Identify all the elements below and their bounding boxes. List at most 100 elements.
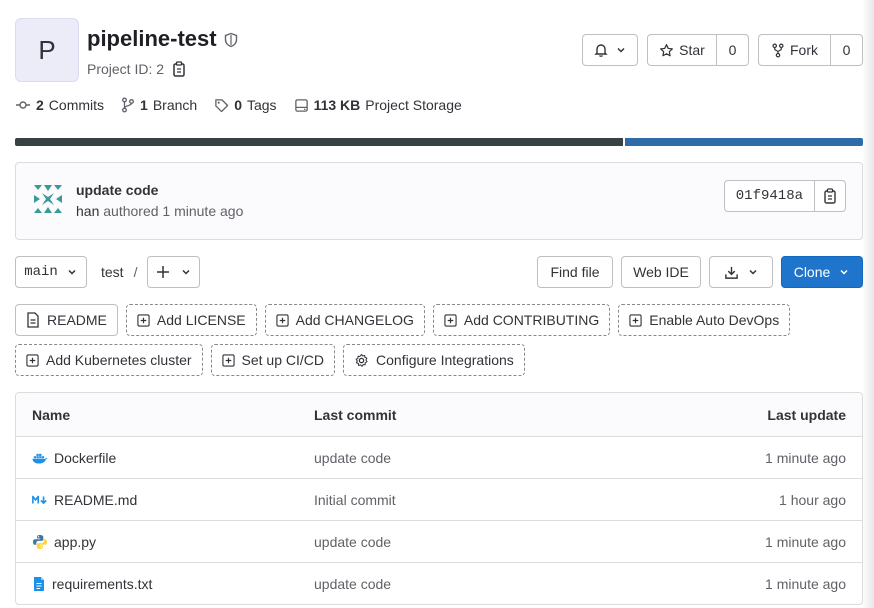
download-dropdown[interactable] — [709, 256, 773, 288]
set-up-ci-cd-label: Set up CI/CD — [241, 352, 325, 368]
chevron-down-icon — [840, 269, 848, 275]
add-contributing-button[interactable]: Add CONTRIBUTING — [432, 304, 611, 336]
table-row[interactable]: app.py update code 1 minute ago — [16, 520, 862, 562]
storage-stat[interactable]: 113 KB Project Storage — [294, 97, 462, 113]
storage-size: 113 KB — [313, 97, 361, 113]
commit-sha-group: 01f9418a — [723, 180, 846, 212]
add-changelog-label: Add CHANGELOG — [295, 312, 414, 328]
fork-count[interactable]: 0 — [831, 34, 863, 66]
add-changelog-button[interactable]: Add CHANGELOG — [264, 304, 425, 336]
readme-label: README — [47, 312, 107, 328]
file-name[interactable]: app.py — [54, 534, 96, 550]
language-segment-2[interactable] — [625, 138, 863, 146]
file-last-commit[interactable]: update code — [314, 534, 614, 550]
last-commit-box: update code han authored 1 minute ago 01… — [15, 162, 863, 240]
table-row[interactable]: requirements.txt update code 1 minute ag… — [16, 562, 862, 604]
file-last-update: 1 hour ago — [779, 491, 846, 508]
commit-title[interactable]: update code — [76, 182, 158, 198]
text-file-icon — [34, 576, 44, 591]
fork-label: Fork — [790, 42, 818, 58]
clone-dropdown[interactable]: Clone — [781, 256, 863, 288]
plus-square-icon — [137, 313, 150, 327]
star-button[interactable]: Star — [647, 34, 717, 66]
repo-nav: main test / — [15, 256, 201, 288]
enable-auto-devops-button[interactable]: Enable Auto DevOps — [618, 304, 791, 336]
chevron-down-icon — [617, 47, 625, 53]
file-last-commit[interactable]: Initial commit — [314, 492, 614, 508]
table-row[interactable]: Dockerfile update code 1 minute ago — [16, 436, 862, 478]
commit-icon — [16, 101, 30, 109]
breadcrumb-path[interactable]: test — [101, 264, 124, 280]
tag-icon — [215, 98, 229, 112]
python-icon — [33, 534, 47, 549]
file-name[interactable]: Dockerfile — [54, 450, 116, 466]
add-to-tree-dropdown[interactable] — [147, 256, 201, 288]
file-last-update: 1 minute ago — [765, 449, 846, 466]
chevron-down-icon — [748, 269, 757, 275]
add-license-button[interactable]: Add LICENSE — [125, 304, 257, 336]
plus-icon — [156, 266, 169, 278]
clone-label: Clone — [793, 264, 831, 280]
plus-square-icon — [444, 313, 457, 327]
project-buttons-row-2: Add Kubernetes cluster Set up CI/CD Conf… — [15, 344, 525, 376]
repo-actions: Find file Web IDE Clone — [537, 256, 863, 288]
branch-stat[interactable]: 1 Branch — [121, 97, 197, 113]
file-last-update: 1 minute ago — [765, 533, 846, 550]
column-header-last-commit: Last commit — [314, 406, 397, 423]
file-name[interactable]: requirements.txt — [52, 576, 152, 592]
table-header-row: Name Last commit Last update — [16, 393, 862, 436]
file-last-commit[interactable]: update code — [314, 450, 614, 466]
project-buttons-row-1: README Add LICENSE Add CHANGELOG Add CON… — [15, 304, 791, 336]
chevron-down-icon — [182, 269, 190, 275]
project-avatar[interactable]: P — [15, 18, 79, 82]
branch-label: Branch — [152, 97, 198, 113]
commit-sha-button[interactable]: 01f9418a — [723, 180, 815, 212]
fork-count-value: 0 — [842, 42, 851, 58]
commits-stat[interactable]: 2 Commits — [15, 97, 104, 113]
language-segment-1[interactable] — [15, 138, 623, 146]
configure-integrations-button[interactable]: Configure Integrations — [343, 344, 525, 376]
notification-button[interactable] — [582, 34, 638, 66]
commit-author[interactable]: han — [76, 203, 99, 219]
web-ide-button[interactable]: Web IDE — [621, 256, 701, 288]
configure-integrations-label: Configure Integrations — [376, 352, 514, 368]
file-last-commit[interactable]: update code — [314, 576, 614, 592]
tags-stat[interactable]: 0 Tags — [214, 97, 277, 113]
settings-icon — [355, 353, 368, 367]
plus-square-icon — [221, 353, 235, 367]
enable-auto-devops-label: Enable Auto DevOps — [649, 312, 780, 328]
star-icon — [660, 43, 674, 56]
repository-languages-bar[interactable] — [15, 138, 863, 146]
set-up-ci-cd-button[interactable]: Set up CI/CD — [210, 344, 336, 376]
project-name: pipeline-test — [87, 26, 217, 51]
tags-label: Tags — [246, 97, 277, 113]
column-header-name: Name — [32, 406, 71, 423]
copy-sha-button[interactable] — [815, 180, 846, 212]
file-name[interactable]: README.md — [54, 492, 137, 508]
copy-icon[interactable] — [172, 61, 186, 77]
commits-count: 2 — [36, 97, 44, 113]
commit-meta: han authored 1 minute ago — [76, 203, 243, 219]
shield-icon — [224, 32, 237, 48]
plus-square-icon — [275, 313, 289, 327]
commit-authored-time: authored 1 minute ago — [99, 203, 244, 219]
notification-dropdown[interactable] — [582, 34, 638, 66]
breadcrumb-separator: / — [133, 264, 138, 280]
project-id-label: Project ID: 2 — [87, 61, 165, 77]
find-file-button[interactable]: Find file — [537, 256, 613, 288]
user-avatar[interactable] — [32, 183, 64, 215]
branch-selector-label: main — [24, 264, 58, 280]
table-row[interactable]: README.md Initial commit 1 hour ago — [16, 478, 862, 520]
storage-label: Project Storage — [365, 97, 462, 113]
add-kubernetes-cluster-button[interactable]: Add Kubernetes cluster — [15, 344, 203, 376]
add-license-label: Add LICENSE — [156, 312, 246, 328]
chevron-down-icon — [68, 269, 76, 275]
star-count[interactable]: 0 — [717, 34, 749, 66]
copy-icon — [824, 188, 836, 204]
fork-icon — [772, 43, 784, 57]
star-label: Star — [679, 42, 705, 58]
fork-button[interactable]: Fork — [758, 34, 831, 66]
readme-button[interactable]: README — [15, 304, 118, 336]
commits-label: Commits — [48, 97, 105, 113]
branch-selector[interactable]: main — [15, 256, 87, 288]
